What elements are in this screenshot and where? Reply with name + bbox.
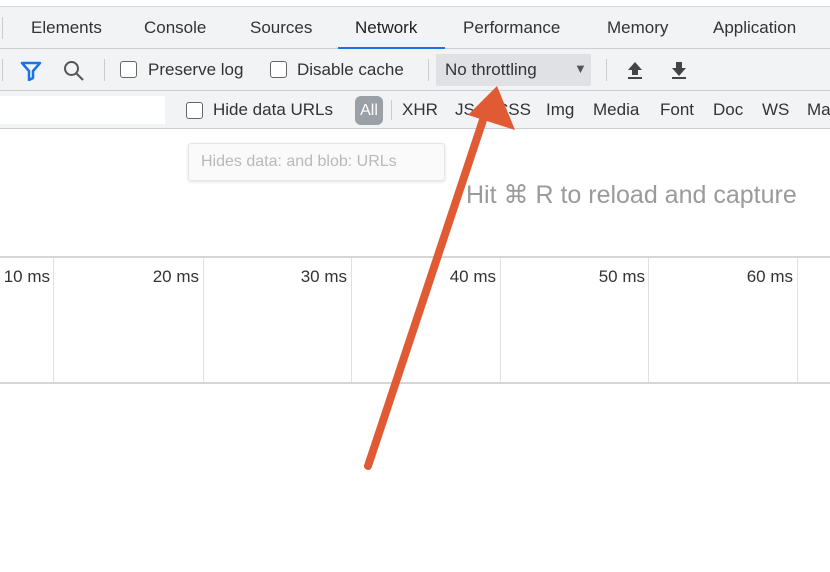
annotation-arrow-icon	[364, 86, 515, 470]
